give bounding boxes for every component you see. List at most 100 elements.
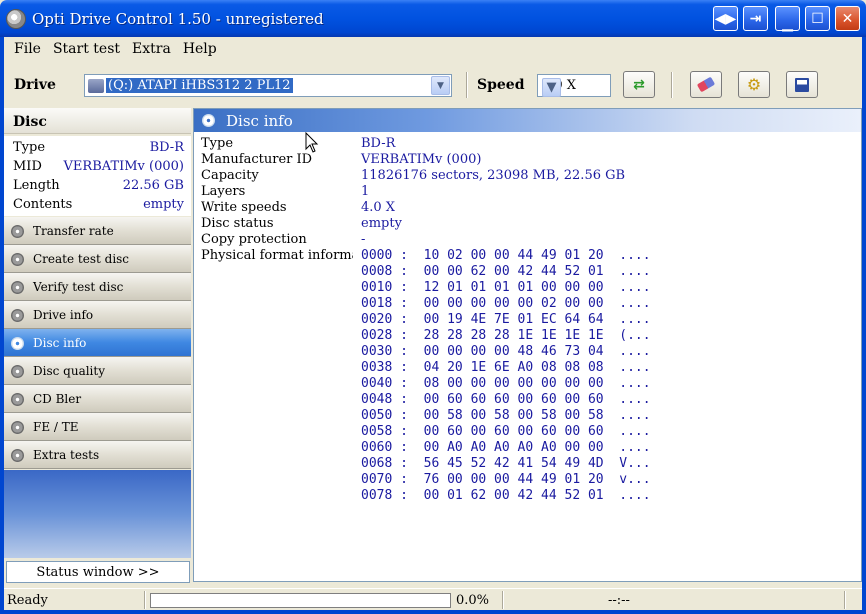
info-value: empty [361, 216, 402, 231]
refresh-button[interactable]: ⇄ [623, 71, 655, 98]
title-bar[interactable]: Opti Drive Control 1.50 - unregistered ◀… [0, 0, 866, 37]
info-value: - [361, 232, 366, 247]
disc-icon [202, 114, 215, 127]
status-separator [502, 591, 504, 609]
toolbar-separator [671, 72, 673, 98]
nav-extra-tests[interactable]: Extra tests [4, 441, 191, 469]
maximize-button[interactable]: ☐ [805, 6, 830, 31]
nav-create-test-disc[interactable]: Create test disc [4, 245, 191, 273]
window-frame-bottom [0, 610, 866, 614]
elapsed-time: --:-- [608, 593, 630, 608]
info-key: Manufacturer ID [201, 152, 313, 167]
nav-fe-te[interactable]: FE / TE [4, 413, 191, 441]
nav-label: Drive info [33, 308, 94, 322]
hex-dump-row: 0008 : 00 00 62 00 42 44 52 01 .... [361, 264, 651, 279]
drive-select[interactable]: (Q:) ATAPI iHBS312 2 PL12 ▼ [84, 74, 452, 97]
prop-value: 22.56 GB [122, 178, 184, 193]
hex-dump-row: 0040 : 08 00 00 00 00 00 00 00 .... [361, 376, 651, 391]
erase-button[interactable] [690, 71, 722, 98]
disc-icon [11, 309, 24, 322]
nav-disc-info[interactable]: Disc info [4, 329, 191, 357]
disc-icon [11, 225, 24, 238]
minimize-button[interactable]: ▁ [775, 6, 800, 32]
hex-dump-row: 0018 : 00 00 00 00 00 02 00 00 .... [361, 296, 651, 311]
hex-dump-row: 0060 : 00 A0 A0 A0 A0 A0 00 00 .... [361, 440, 651, 455]
menu-start-test[interactable]: Start test [47, 41, 126, 57]
disc-icon [11, 253, 24, 266]
info-row-manufacturer-id: Manufacturer ID VERBATIMv (000) [194, 152, 861, 168]
prop-key: Contents [13, 197, 73, 212]
mouse-cursor-icon [305, 132, 319, 153]
status-separator [844, 591, 846, 609]
hex-dump-row: 0030 : 00 00 00 00 48 46 73 04 .... [361, 344, 651, 359]
switch-window-button[interactable]: ⇥ [743, 6, 768, 31]
toolbar: Drive (Q:) ATAPI iHBS312 2 PL12 ▼ Speed … [4, 64, 862, 106]
nav-drive-info[interactable]: Drive info [4, 301, 191, 329]
nav-label: Verify test disc [33, 280, 124, 294]
menu-extra[interactable]: Extra [126, 41, 177, 57]
info-row-layers: Layers 1 [194, 184, 861, 200]
progress-bar [150, 593, 451, 608]
panel-title: Disc info [226, 112, 293, 130]
nav-background [4, 470, 191, 558]
close-icon: ✕ [841, 10, 854, 27]
disc-properties: Type BD-R MID VERBATIMv (000) Length 22.… [4, 136, 191, 216]
hex-dump-row: 0078 : 00 01 62 00 42 44 52 01 .... [361, 488, 651, 503]
chevron-down-icon[interactable]: ▼ [542, 78, 561, 97]
disc-header-title: Disc [13, 114, 47, 130]
hex-dump-row: 0028 : 28 28 28 28 1E 1E 1E 1E (... [361, 328, 651, 343]
toolbar-separator [466, 72, 468, 98]
menu-bar: File Start test Extra Help [0, 37, 866, 60]
disc-icon [11, 393, 24, 406]
disc-icon [11, 337, 24, 350]
nav-label: Disc info [33, 336, 87, 350]
disc-prop-type: Type BD-R [4, 138, 191, 157]
info-key: Capacity [201, 168, 259, 183]
nav-label: Extra tests [33, 448, 100, 462]
speed-select[interactable]: 4.0 X ▼ [537, 74, 611, 97]
close-button[interactable]: ✕ [835, 6, 860, 31]
hex-dump-row: 0020 : 00 19 4E 7E 01 EC 64 64 .... [361, 312, 651, 327]
panel-header: Disc info [194, 109, 861, 132]
status-ready-text: Ready [7, 593, 48, 608]
info-value: VERBATIMv (000) [361, 152, 482, 167]
info-value: 1 [361, 184, 370, 199]
info-value: BD-R [361, 136, 396, 151]
info-key: Write speeds [201, 200, 287, 215]
refresh-icon: ⇄ [633, 76, 645, 93]
swap-panels-button[interactable]: ◀▶ [713, 6, 738, 31]
disc-info-panel: Disc info Type BD-R Manufacturer ID VERB… [193, 108, 862, 582]
save-button[interactable] [786, 71, 818, 98]
info-row-type: Type BD-R [194, 136, 861, 152]
nav-disc-quality[interactable]: Disc quality [4, 357, 191, 385]
status-window-button[interactable]: Status window >> [6, 561, 190, 583]
disc-header: Disc [4, 108, 191, 134]
info-row-disc-status: Disc status empty [194, 216, 861, 232]
nav-label: Transfer rate [33, 224, 114, 238]
status-separator [144, 591, 146, 609]
settings-button[interactable]: ⚙ [738, 71, 770, 98]
chevron-down-icon[interactable]: ▼ [431, 76, 450, 95]
window-frame-right [862, 37, 866, 614]
app-disc-icon[interactable] [6, 8, 26, 29]
drive-select-value: (Q:) ATAPI iHBS312 2 PL12 [106, 78, 293, 93]
info-key: Disc status [201, 216, 274, 231]
info-row-copy-protection: Copy protection - [194, 232, 861, 248]
hex-dump-row: 0070 : 76 00 00 00 44 49 01 20 v... [361, 472, 651, 487]
menu-file[interactable]: File [8, 41, 47, 57]
info-row-capacity: Capacity 11826176 sectors, 23098 MB, 22.… [194, 168, 861, 184]
disc-icon [11, 449, 24, 462]
prop-key: Type [13, 140, 46, 155]
hex-dump-row: 0048 : 00 60 60 60 00 60 00 60 .... [361, 392, 651, 407]
nav-cd-bler[interactable]: CD Bler [4, 385, 191, 413]
menu-help[interactable]: Help [177, 41, 223, 57]
info-key: Layers [201, 184, 246, 199]
nav-verify-test-disc[interactable]: Verify test disc [4, 273, 191, 301]
info-key: Type [201, 136, 234, 151]
nav-transfer-rate[interactable]: Transfer rate [4, 217, 191, 245]
hex-dump-row: 0058 : 00 60 00 60 00 60 00 60 .... [361, 424, 651, 439]
test-nav: Transfer rate Create test disc Verify te… [4, 217, 191, 469]
drive-icon [88, 78, 104, 93]
prop-value: VERBATIMv (000) [63, 159, 184, 174]
nav-label: Create test disc [33, 252, 130, 266]
